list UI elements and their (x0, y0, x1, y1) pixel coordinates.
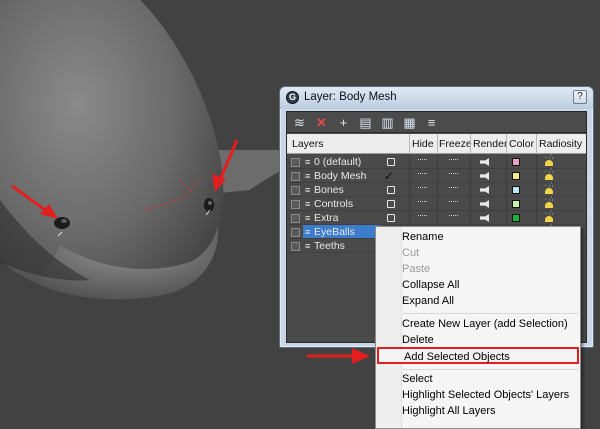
window-title: Layer: Body Mesh (304, 91, 397, 103)
menu-separator (403, 313, 579, 314)
active-layer-checkmark-icon[interactable]: ✓ (384, 170, 394, 182)
layer-color-swatch[interactable] (512, 186, 520, 194)
layer-color-swatch[interactable] (512, 158, 520, 166)
radiosity-icon[interactable]: · ∴ · (543, 196, 555, 210)
layer-icon: ≡ (305, 241, 311, 251)
delete-layer-icon[interactable]: ✕ (313, 114, 330, 131)
layer-icon: ≡ (305, 213, 311, 223)
expand-toggle[interactable] (291, 200, 300, 209)
render-teapot-icon[interactable] (480, 158, 489, 166)
layer-row[interactable]: ≡Body Mesh ✓ · ∴ · (287, 168, 586, 183)
freeze-all-icon[interactable]: ≡ (423, 114, 440, 131)
freeze-toggle[interactable] (418, 187, 427, 189)
layer-row[interactable]: ≡Bones · ∴ · (287, 182, 586, 197)
hide-toggle[interactable] (387, 158, 395, 166)
new-layer-icon[interactable]: ≋ (291, 114, 308, 131)
select-objects-icon[interactable]: ▤ (357, 114, 374, 131)
menu-item-collapse-all[interactable]: Collapse All (402, 277, 580, 294)
context-menu: Rename Cut Paste Collapse All Expand All… (375, 226, 581, 429)
render-teapot-icon[interactable] (480, 172, 489, 180)
menu-item-create-new-layer[interactable]: Create New Layer (add Selection) (402, 316, 580, 333)
title-bar[interactable]: G Layer: Body Mesh ? (280, 87, 593, 109)
radiosity-icon[interactable]: · ∴ · (543, 210, 555, 224)
hide-all-icon[interactable]: ▦ (401, 114, 418, 131)
render-teapot-icon[interactable] (480, 214, 489, 222)
menu-item-rename[interactable]: Rename (402, 229, 580, 246)
layer-row[interactable]: ≡Extra · ∴ · (287, 210, 586, 225)
layer-name[interactable]: Body Mesh (314, 170, 367, 182)
expand-toggle[interactable] (291, 172, 300, 181)
layer-name[interactable]: Bones (314, 184, 344, 196)
freeze-dots[interactable] (449, 201, 458, 203)
freeze-toggle[interactable] (418, 173, 427, 175)
col-hide[interactable]: Hide (412, 138, 434, 150)
layer-row[interactable]: ≡0 (default) · ∴ · (287, 154, 586, 169)
app-icon: G (286, 91, 299, 104)
layer-name[interactable]: Extra (314, 212, 339, 224)
freeze-toggle[interactable] (418, 201, 427, 203)
expand-toggle[interactable] (291, 186, 300, 195)
render-teapot-icon[interactable] (480, 200, 489, 208)
add-to-layer-icon[interactable]: + (335, 114, 352, 131)
freeze-dots[interactable] (449, 215, 458, 217)
layer-row[interactable]: ≡Controls · ∴ · (287, 196, 586, 211)
menu-item-select[interactable]: Select (402, 371, 580, 388)
render-teapot-icon[interactable] (480, 186, 489, 194)
layer-name[interactable]: Teeths (314, 240, 345, 252)
col-radiosity[interactable]: Radiosity (539, 138, 582, 150)
expand-toggle[interactable] (291, 158, 300, 167)
freeze-dots[interactable] (449, 159, 458, 161)
help-button[interactable]: ? (573, 90, 587, 104)
menu-separator (403, 369, 579, 370)
menu-gutter (376, 227, 402, 428)
layer-icon: ≡ (305, 185, 311, 195)
radiosity-icon[interactable]: · ∴ · (543, 154, 555, 168)
hide-toggle[interactable] (387, 214, 395, 222)
menu-item-highlight-selected-layers[interactable]: Highlight Selected Objects' Layers (402, 387, 580, 404)
highlight-layer-icon[interactable]: ▥ (379, 114, 396, 131)
radiosity-icon[interactable]: · ∴ · (543, 168, 555, 182)
freeze-toggle[interactable] (418, 159, 427, 161)
layer-icon: ≡ (305, 171, 311, 181)
expand-toggle[interactable] (291, 242, 300, 251)
menu-item-highlight-all-layers[interactable]: Highlight All Layers (402, 403, 580, 420)
layer-toolbar: ≋ ✕ + ▤ ▥ ▦ ≡ (287, 112, 586, 133)
layer-name[interactable]: 0 (default) (314, 156, 361, 168)
menu-item-paste[interactable]: Paste (402, 261, 580, 278)
menu-item-cut[interactable]: Cut (402, 245, 580, 262)
menu-item-expand-all[interactable]: Expand All (402, 293, 580, 310)
col-freeze[interactable]: Freeze (439, 138, 472, 150)
layer-color-swatch[interactable] (512, 172, 520, 180)
radiosity-icon[interactable]: · ∴ · (543, 182, 555, 196)
freeze-dots[interactable] (449, 173, 458, 175)
layer-color-swatch[interactable] (512, 200, 520, 208)
layer-icon: ≡ (305, 199, 311, 209)
col-layers[interactable]: Layers (292, 138, 324, 150)
hide-toggle[interactable] (387, 186, 395, 194)
layer-name[interactable]: EyeBalls (314, 226, 355, 238)
freeze-toggle[interactable] (418, 215, 427, 217)
layer-icon: ≡ (305, 157, 311, 167)
layer-grid-header: Layers Hide Freeze Render Color Radiosit… (287, 134, 586, 154)
col-color[interactable]: Color (509, 138, 534, 150)
freeze-dots[interactable] (449, 187, 458, 189)
hide-toggle[interactable] (387, 200, 395, 208)
layer-name[interactable]: Controls (314, 198, 353, 210)
menu-item-add-selected-objects[interactable]: Add Selected Objects (377, 347, 579, 364)
layer-color-swatch[interactable] (512, 214, 520, 222)
layer-icon: ≡ (305, 227, 311, 237)
col-render[interactable]: Render (473, 138, 507, 150)
expand-toggle[interactable] (291, 214, 300, 223)
expand-toggle[interactable] (291, 228, 300, 237)
